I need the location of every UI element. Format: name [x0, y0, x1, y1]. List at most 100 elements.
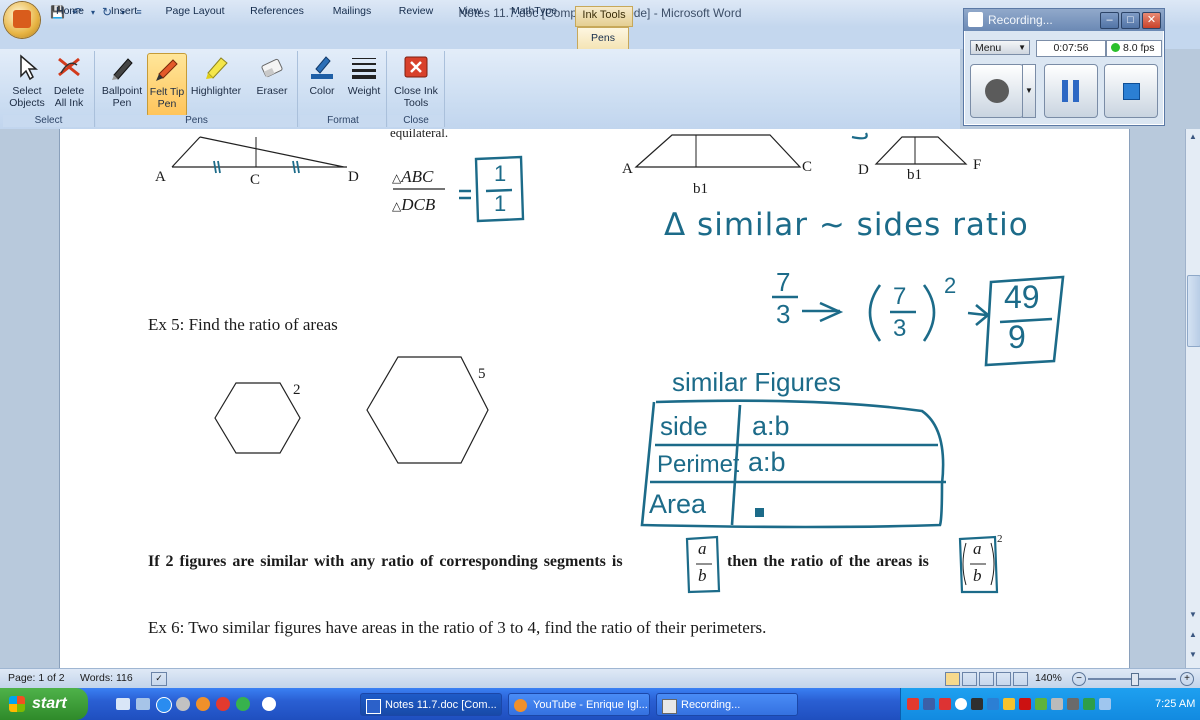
- ink-exponent: 2: [944, 273, 957, 298]
- tray-icon[interactable]: [1051, 698, 1063, 710]
- pause-button[interactable]: [1044, 64, 1098, 118]
- record-options-dropdown[interactable]: ▼: [1022, 64, 1036, 118]
- tab-mailings[interactable]: Mailings: [322, 4, 382, 21]
- tab-view[interactable]: View: [450, 4, 490, 21]
- ballpoint-pen-icon: [112, 58, 133, 80]
- close-ink-tools-button[interactable]: Close Ink Tools: [390, 53, 442, 113]
- highlighter-label: Highlighter: [190, 85, 242, 97]
- task-word[interactable]: Notes 11.7.doc [Com...: [360, 693, 502, 716]
- maximize-button[interactable]: □: [1121, 12, 1140, 29]
- page-indicator[interactable]: Page: 1 of 2: [8, 669, 65, 688]
- ratio-denominator: △DCB: [392, 195, 435, 215]
- recorder-app-icon: [968, 12, 983, 27]
- office-button[interactable]: [4, 2, 40, 38]
- tab-page-layout[interactable]: Page Layout: [158, 4, 232, 21]
- document-page[interactable]: A C D equilateral. △ABC △DCB 1 1 A b1 C …: [59, 129, 1130, 668]
- ratio-denominator-text: DCB: [401, 195, 436, 214]
- ink-squared-num: 7: [893, 283, 907, 310]
- tray-icon[interactable]: [1019, 698, 1031, 710]
- large-hexagon-side-label: 5: [478, 366, 486, 382]
- start-button[interactable]: start: [0, 688, 88, 720]
- tray-icon[interactable]: [923, 698, 935, 710]
- quick-launch-media-icon[interactable]: [216, 697, 230, 711]
- felt-tip-pen-label: Felt Tip Pen: [149, 86, 185, 110]
- proofing-icon[interactable]: ✓: [151, 672, 167, 686]
- quick-launch-explorer-icon[interactable]: [136, 698, 150, 710]
- recorder-menu-dropdown[interactable]: Menu ▼: [970, 40, 1030, 55]
- quick-launch-firefox-icon[interactable]: [196, 697, 210, 711]
- full-screen-reading-icon[interactable]: [962, 672, 977, 686]
- web-layout-icon[interactable]: [979, 672, 994, 686]
- tab-review[interactable]: Review: [392, 4, 440, 21]
- quick-launch-app-icon[interactable]: [176, 697, 190, 711]
- zoom-in-icon[interactable]: +: [1180, 672, 1194, 686]
- vertex-label-a: A: [155, 169, 166, 185]
- ink-table-row-side-value: a:b: [752, 411, 790, 441]
- tray-icon[interactable]: [971, 698, 983, 710]
- next-page-icon[interactable]: ▼: [1187, 649, 1199, 661]
- vertex-label-c: C: [250, 172, 261, 188]
- tray-icon[interactable]: [1035, 698, 1047, 710]
- ink-note-similar-sides: Δ similar ~ sides ratio: [664, 207, 1029, 243]
- zoom-out-icon[interactable]: −: [1072, 672, 1086, 686]
- network-icon[interactable]: [1083, 698, 1095, 710]
- triangle-symbol-icon: △: [392, 171, 402, 185]
- eraser-icon: [261, 58, 283, 78]
- vertical-scrollbar[interactable]: ▲ ▼ ▲ ▼: [1185, 129, 1200, 668]
- tab-references[interactable]: References: [244, 4, 310, 21]
- small-hexagon-side-label: 2: [293, 382, 301, 398]
- ratio-numerator: △ABC: [392, 167, 433, 187]
- scroll-up-icon[interactable]: ▲: [1187, 131, 1199, 143]
- quick-launch-ie-icon[interactable]: [156, 697, 172, 713]
- tab-home[interactable]: Home: [50, 4, 90, 21]
- tab-insert[interactable]: Insert: [102, 4, 146, 21]
- record-button[interactable]: [970, 64, 1024, 118]
- tray-icon[interactable]: [1003, 698, 1015, 710]
- ballpoint-pen-button[interactable]: Ballpoint Pen: [98, 53, 146, 113]
- taskbar: start Notes 11.7.doc [Com... YouTube - E…: [0, 688, 1200, 720]
- delete-all-ink-label: Delete All Ink: [53, 85, 85, 109]
- quick-launch-play-icon[interactable]: [262, 697, 276, 711]
- zoom-slider-thumb[interactable]: [1131, 673, 1139, 686]
- weight-button[interactable]: Weight: [344, 53, 384, 113]
- select-objects-button[interactable]: Select Objects: [7, 53, 47, 113]
- word-count[interactable]: Words: 116: [80, 669, 133, 688]
- ink-tools-context-label: Ink Tools: [575, 6, 633, 27]
- close-ink-tools-label: Close Ink Tools: [394, 85, 438, 109]
- theorem-area-frac-a: a: [973, 539, 982, 558]
- task-youtube[interactable]: YouTube - Enrique Igl...: [508, 693, 650, 716]
- clock[interactable]: 7:25 AM: [1155, 688, 1195, 720]
- tray-icon[interactable]: [987, 698, 999, 710]
- highlighter-button[interactable]: Highlighter: [187, 53, 245, 113]
- scroll-thumb[interactable]: [1187, 275, 1200, 347]
- draft-view-icon[interactable]: [1013, 672, 1028, 686]
- scroll-down-icon[interactable]: ▼: [1187, 609, 1199, 621]
- felt-tip-pen-button[interactable]: Felt Tip Pen: [147, 53, 187, 117]
- minimize-button[interactable]: –: [1100, 12, 1119, 29]
- quick-launch-desktop-icon[interactable]: [116, 698, 130, 710]
- eraser-button[interactable]: Eraser: [249, 53, 295, 113]
- previous-page-icon[interactable]: ▲: [1187, 629, 1199, 641]
- felt-tip-pen-icon: [156, 59, 178, 81]
- delete-all-ink-button[interactable]: Delete All Ink: [49, 53, 89, 113]
- tray-icon[interactable]: [939, 698, 951, 710]
- recorder-window: Recording... – □ ✕ Menu ▼ 0:07:56 8.0 fps…: [963, 8, 1165, 126]
- outline-view-icon[interactable]: [996, 672, 1011, 686]
- tab-pens[interactable]: Pens: [577, 27, 629, 50]
- recorder-menu-label: Menu: [975, 42, 1002, 54]
- tab-mathtype[interactable]: MathType: [502, 4, 566, 21]
- stop-button[interactable]: [1104, 64, 1158, 118]
- volume-icon[interactable]: [1099, 698, 1111, 710]
- pens-group-label: Pens: [96, 115, 297, 127]
- highlighter-icon: [206, 57, 228, 79]
- tray-icon[interactable]: [955, 698, 967, 710]
- tray-icon[interactable]: [907, 698, 919, 710]
- zoom-level[interactable]: 140%: [1035, 669, 1062, 688]
- tray-icon[interactable]: [1067, 698, 1079, 710]
- task-recording[interactable]: Recording...: [656, 693, 798, 716]
- print-layout-view-icon[interactable]: [945, 672, 960, 686]
- chevron-down-icon: ▼: [1018, 43, 1026, 52]
- color-button[interactable]: Color: [302, 53, 342, 113]
- quick-launch-green-icon[interactable]: [236, 697, 250, 711]
- close-button[interactable]: ✕: [1142, 12, 1161, 29]
